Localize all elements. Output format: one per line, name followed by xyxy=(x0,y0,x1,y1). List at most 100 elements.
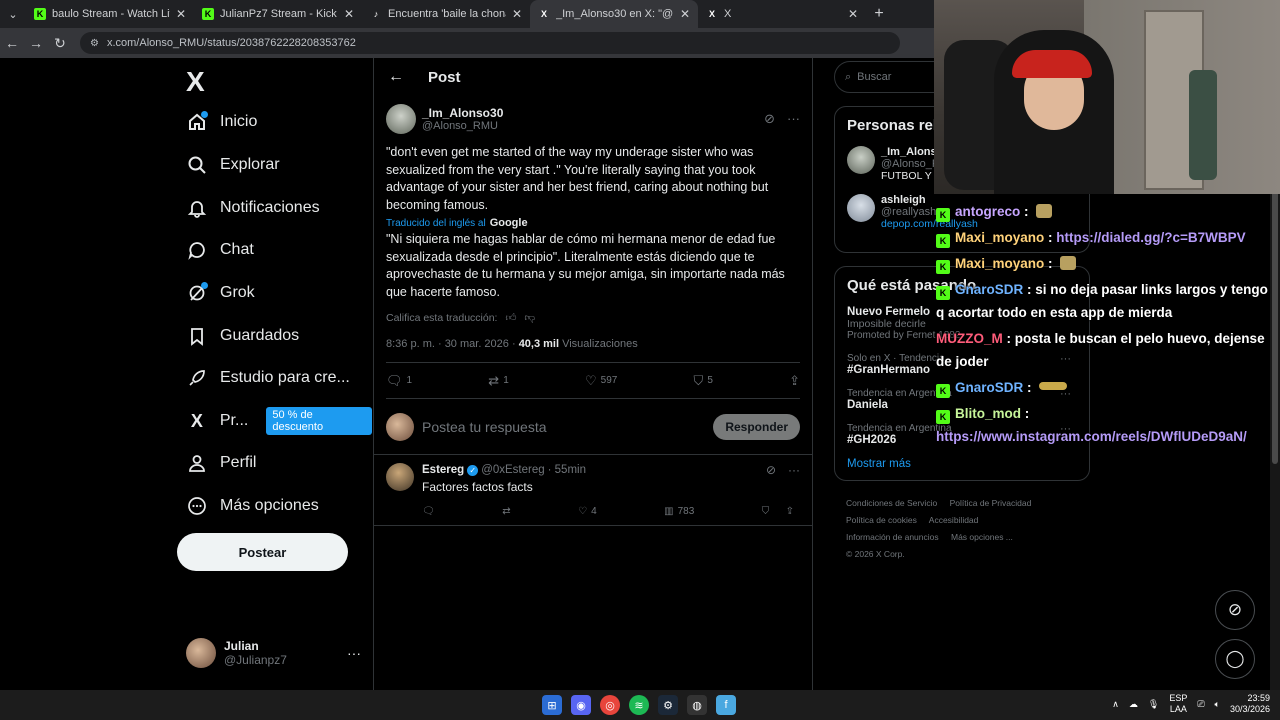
new-tab-icon[interactable]: + xyxy=(866,5,892,23)
close-icon[interactable]: ✕ xyxy=(512,7,522,21)
sidebar-item-notifications[interactable]: Notificaciones xyxy=(186,193,320,223)
x-logo[interactable]: X xyxy=(186,66,205,98)
cloud-icon[interactable]: ☁ xyxy=(1129,699,1138,710)
avatar[interactable] xyxy=(386,104,416,134)
repost-button[interactable]: ⇄ xyxy=(502,506,510,517)
sidebar-item-creator-studio[interactable]: Estudio para cre... xyxy=(186,363,350,393)
chat-fab[interactable]: ◯ xyxy=(1215,639,1255,679)
chevron-up-icon[interactable]: ∧ xyxy=(1112,699,1119,710)
obs-icon[interactable]: ◍ xyxy=(687,695,707,715)
back-arrow-icon[interactable]: ← xyxy=(388,68,404,86)
sidebar-item-chat[interactable]: Chat xyxy=(186,235,254,265)
url-field[interactable]: ⚙ x.com/Alonso_RMU/status/20387622282083… xyxy=(80,32,900,54)
avatar[interactable] xyxy=(386,463,414,491)
close-icon[interactable]: ✕ xyxy=(344,7,354,21)
share-icon[interactable]: ⇪ xyxy=(786,506,794,517)
browser-tab[interactable]: K baulo Stream - Watch Live o ✕ xyxy=(26,0,194,28)
chat-message: K GnaroSDR : xyxy=(936,376,1270,399)
reply-submit-button[interactable]: Responder xyxy=(713,413,800,440)
forward-icon[interactable]: → xyxy=(24,35,48,51)
reply-display-name[interactable]: Estereg xyxy=(422,464,464,476)
reload-icon[interactable]: ↻ xyxy=(48,35,72,52)
sidebar-item-more[interactable]: Más opciones xyxy=(186,491,319,521)
repost-button[interactable]: ⇄ 1 xyxy=(488,373,508,389)
views-button[interactable]: ▥ 783 xyxy=(664,506,694,517)
person-name[interactable]: _Im_Alons xyxy=(881,146,939,158)
chrome-icon[interactable]: ◎ xyxy=(600,695,620,715)
spotify-icon[interactable]: ≋ xyxy=(629,695,649,715)
like-button[interactable]: ♡ 597 xyxy=(585,373,617,389)
network-icon[interactable]: ⎚ xyxy=(1197,699,1204,710)
grok-fab[interactable]: ⊘ xyxy=(1215,590,1255,630)
close-icon[interactable]: ✕ xyxy=(680,7,690,21)
sidebar-item-explore[interactable]: Explorar xyxy=(186,150,280,180)
footer-link[interactable]: Accesibilidad xyxy=(929,515,979,525)
browser-tab-active[interactable]: X _Im_Alonso30 en X: "@reallyas ✕ xyxy=(530,0,698,28)
reply-input[interactable]: Postea tu respuesta xyxy=(422,419,713,435)
file-icon[interactable]: f xyxy=(716,695,736,715)
steam-icon[interactable]: ⚙ xyxy=(658,695,678,715)
footer-link[interactable]: Más opciones ... xyxy=(951,532,1013,542)
tweet-timestamp[interactable]: 8:36 p. m. · 30 mar. 2026 · xyxy=(386,338,519,350)
thumbs-up-icon[interactable]: 👍︎ xyxy=(505,311,516,324)
account-switcher[interactable]: Julian @Julianpz7 ··· xyxy=(186,638,361,668)
reply-button[interactable]: 🗨︎ xyxy=(422,506,435,517)
footer-link[interactable]: Información de anuncios xyxy=(846,532,939,542)
close-icon[interactable]: ✕ xyxy=(848,7,858,21)
volume-icon[interactable]: 🔈︎ xyxy=(1215,699,1220,710)
avatar xyxy=(386,412,414,441)
search-placeholder: Buscar xyxy=(857,71,892,83)
thumbs-down-icon[interactable]: 👎︎ xyxy=(524,311,535,324)
reply-button[interactable]: 🗨︎ 1 xyxy=(386,373,412,389)
share-button[interactable]: ⇪ xyxy=(789,373,800,389)
footer-link[interactable]: Política de cookies xyxy=(846,515,917,525)
emote-icon xyxy=(1060,256,1077,270)
more-dots-icon[interactable]: ··· xyxy=(788,463,800,477)
post-button[interactable]: Postear xyxy=(177,533,348,571)
tab-search-icon[interactable]: ⌄ xyxy=(0,0,26,28)
tweet-handle[interactable]: @Alonso_RMU xyxy=(422,120,764,132)
back-icon[interactable]: ← xyxy=(0,35,24,51)
grok-icon[interactable]: ⊘ xyxy=(766,463,776,477)
tweet-actions: 🗨︎ 1 ⇄ 1 ♡ 597 ⛉ 5 ⇪ xyxy=(386,363,800,399)
chat-link[interactable]: https://dialed.gg/?c=B7WBPV xyxy=(1056,230,1245,245)
bookmark-button[interactable]: ⛉ 5 xyxy=(694,373,713,389)
close-icon[interactable]: ✕ xyxy=(176,7,186,21)
site-info-icon[interactable]: ⚙ xyxy=(90,38,99,49)
discord-icon[interactable]: ◉ xyxy=(571,695,591,715)
bookmark-icon: ⛉ xyxy=(693,372,704,388)
avatar[interactable] xyxy=(847,146,875,174)
sidebar-item-grok[interactable]: Grok xyxy=(186,278,255,308)
sidebar-item-home[interactable]: Inicio xyxy=(186,107,257,137)
language-indicator[interactable]: ESP LAA xyxy=(1169,693,1187,715)
tweet-display-name[interactable]: _Im_Alonso30 xyxy=(422,106,764,120)
more-dots-icon[interactable]: ··· xyxy=(347,645,361,661)
footer-link[interactable]: Política de Privacidad xyxy=(950,498,1032,508)
tab-title: _Im_Alonso30 en X: "@reallyas xyxy=(556,8,674,20)
sidebar-item-premium[interactable]: X Pr... 50 % de descuento xyxy=(186,406,372,436)
sidebar-item-profile[interactable]: Perfil xyxy=(186,448,256,478)
avatar[interactable] xyxy=(847,194,875,222)
bookmark-icon[interactable]: ⛉ xyxy=(762,506,770,517)
browser-tab[interactable]: ♪ Encuentra 'baile la chona' en Tik ✕ xyxy=(362,0,530,28)
clock[interactable]: 23:59 30/3/2026 xyxy=(1230,693,1270,715)
reply-time[interactable]: · 55min xyxy=(548,464,586,476)
reply-handle[interactable]: @0xEstereg xyxy=(481,464,544,476)
chat-username: Maxi_moyano xyxy=(955,230,1045,245)
like-button[interactable]: ♡ 4 xyxy=(578,506,597,517)
tab-title: X xyxy=(724,8,732,20)
reply-tweet[interactable]: Estereg ✓ @0xEstereg · 55min ⊘ ··· Facto… xyxy=(374,455,812,526)
sidebar-item-bookmarks[interactable]: Guardados xyxy=(186,321,299,351)
chat-link[interactable]: https://www.instagram.com/reels/DWflUDeD… xyxy=(936,429,1247,444)
browser-tab[interactable]: K JulianPz7 Stream - Kick Das ✕ xyxy=(194,0,362,28)
more-dots-icon[interactable]: ··· xyxy=(787,111,800,127)
main-column: ← Post _Im_Alonso30 @Alonso_RMU ⊘ ··· "d… xyxy=(373,58,813,690)
more-icon xyxy=(186,495,208,517)
windows-start-icon[interactable]: ⊞ xyxy=(542,695,562,715)
discount-badge: 50 % de descuento xyxy=(266,407,372,435)
footer-link[interactable]: Condiciones de Servicio xyxy=(846,498,937,508)
browser-tab[interactable]: X X ✕ xyxy=(698,0,866,28)
show-more-link[interactable]: Mostrar más xyxy=(847,458,1077,470)
grok-icon[interactable]: ⊘ xyxy=(764,111,775,127)
mic-icon[interactable]: 🎙︎ xyxy=(1148,699,1159,710)
